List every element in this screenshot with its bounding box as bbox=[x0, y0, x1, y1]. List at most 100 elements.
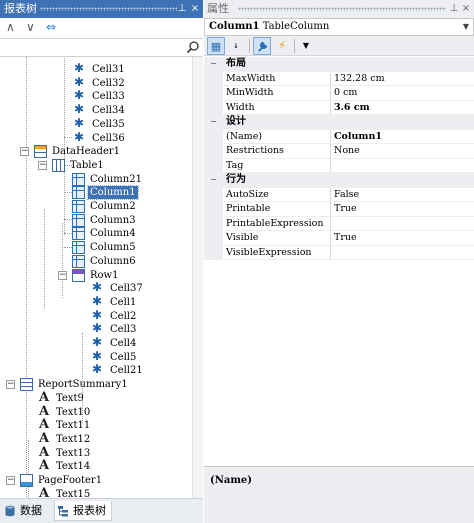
column-icon bbox=[72, 213, 85, 227]
column-icon bbox=[72, 200, 85, 213]
database-icon bbox=[5, 505, 15, 517]
tree-scrollbar[interactable] bbox=[192, 57, 203, 498]
property-row-restrictions[interactable]: Restrictions None bbox=[204, 144, 474, 159]
property-value[interactable] bbox=[332, 159, 474, 173]
categorized-icon[interactable]: ▦ bbox=[207, 37, 225, 55]
expand-toggle-icon[interactable]: − bbox=[20, 147, 29, 157]
pin-icon[interactable]: ⊥ bbox=[176, 0, 188, 18]
filter-icon[interactable]: ▼ bbox=[297, 37, 315, 55]
expand-toggle-icon[interactable]: − bbox=[6, 380, 15, 390]
property-row-visible[interactable]: Visible True bbox=[204, 231, 474, 246]
tab-data[interactable]: 数据 bbox=[2, 501, 50, 521]
search-icon[interactable] bbox=[186, 40, 200, 55]
property-category[interactable]: − 行为 bbox=[204, 173, 474, 188]
tree-node-label: Cell4 bbox=[110, 338, 137, 349]
tab-report-tree-label: 报表树 bbox=[73, 504, 106, 517]
property-row-visibleexpression[interactable]: VisibleExpression bbox=[204, 245, 474, 260]
report-tree: Cell31Cell32Cell33Cell34Cell35Cell36−Dat… bbox=[0, 57, 192, 498]
property-row-name[interactable]: (Name) Column1 bbox=[204, 129, 474, 144]
chevron-down-icon[interactable]: ▼ bbox=[463, 19, 469, 35]
tree-node-column1[interactable]: Column1 bbox=[72, 185, 139, 201]
tree-node-text12[interactable]: Text12 bbox=[38, 432, 92, 446]
property-row-printableexpression[interactable]: PrintableExpression bbox=[204, 216, 474, 231]
description-pane: (Name) bbox=[204, 466, 474, 523]
tree-node-label: Cell33 bbox=[92, 91, 125, 103]
alphabetical-sort-icon[interactable]: ↓ bbox=[227, 37, 245, 55]
expand-toggle-icon[interactable]: − bbox=[38, 160, 47, 170]
tree-node-label: Column2 bbox=[90, 201, 136, 212]
property-category[interactable]: − 设计 bbox=[204, 115, 474, 130]
wrench-icon[interactable] bbox=[253, 37, 271, 55]
tree-node-text9[interactable]: Text9 bbox=[38, 391, 86, 405]
tree-node-cell35[interactable]: Cell35 bbox=[74, 117, 127, 131]
tree-node-column4[interactable]: Column4 bbox=[72, 227, 138, 241]
collapse-all-icon[interactable]: ∧ bbox=[6, 20, 15, 34]
tree-node-reportsummary1[interactable]: ReportSummary1 bbox=[20, 378, 130, 392]
tree-node-table1[interactable]: Table1 bbox=[52, 158, 106, 172]
text-icon bbox=[38, 459, 51, 473]
lightning-icon[interactable]: ⚡ bbox=[273, 37, 291, 55]
category-label: 设计 bbox=[226, 116, 246, 127]
property-value[interactable] bbox=[332, 217, 474, 231]
tree-node-text15[interactable]: Text15 bbox=[38, 487, 92, 498]
property-row-maxwidth[interactable]: MaxWidth 132.28 cm bbox=[204, 71, 474, 86]
tree-toolbar: ∧ ∨ ⇔ bbox=[0, 18, 203, 38]
property-row-width[interactable]: Width 3.6 cm bbox=[204, 100, 474, 115]
tree-node-column5[interactable]: Column5 bbox=[72, 241, 138, 255]
summary-icon bbox=[20, 378, 33, 392]
close-icon[interactable]: × bbox=[460, 0, 472, 18]
expand-toggle-icon[interactable]: − bbox=[6, 476, 15, 485]
tree-search-input[interactable] bbox=[2, 40, 184, 55]
expand-toggle-icon[interactable]: − bbox=[58, 270, 67, 280]
sync-icon[interactable]: ⇔ bbox=[46, 20, 56, 34]
property-value[interactable]: Column1 bbox=[332, 130, 474, 144]
property-row-minwidth[interactable]: MinWidth 0 cm bbox=[204, 86, 474, 101]
tree-node-column2[interactable]: Column2 bbox=[72, 200, 138, 213]
object-name: Column1 bbox=[209, 21, 260, 32]
property-row-autosize[interactable]: AutoSize False bbox=[204, 187, 474, 202]
tree-node-column3[interactable]: Column3 bbox=[72, 213, 138, 227]
column-icon bbox=[72, 186, 85, 200]
close-icon[interactable]: × bbox=[189, 0, 201, 18]
collapse-toggle-icon[interactable]: − bbox=[210, 57, 217, 71]
report-tree-panel: 报表树 ⊥ × ∧ ∨ ⇔ Cell31Cell32Cell33Cell34Ce… bbox=[0, 0, 203, 523]
pin-icon[interactable]: ⊥ bbox=[448, 0, 460, 18]
row-gutter bbox=[204, 231, 223, 246]
text-icon bbox=[38, 391, 51, 405]
object-selector[interactable]: Column1 TableColumn ▼ bbox=[204, 18, 474, 36]
properties-title-bar: 属性 ⊥ × bbox=[204, 0, 474, 18]
property-name: MinWidth bbox=[224, 86, 331, 101]
tree-node-label: Text9 bbox=[56, 392, 84, 404]
tree-node-text14[interactable]: Text14 bbox=[38, 459, 92, 473]
property-value[interactable] bbox=[332, 246, 474, 260]
column-icon bbox=[72, 227, 85, 241]
property-row-tag[interactable]: Tag bbox=[204, 158, 474, 173]
property-value[interactable]: True bbox=[332, 231, 474, 246]
property-value[interactable]: 3.6 cm bbox=[332, 101, 474, 115]
tree-node-cell36[interactable]: Cell36 bbox=[74, 131, 127, 145]
tree-connector-line bbox=[28, 440, 29, 498]
cell-icon bbox=[74, 131, 87, 145]
property-row-printable[interactable]: Printable True bbox=[204, 202, 474, 217]
property-category[interactable]: − 布局 bbox=[204, 57, 474, 72]
tree-node-label: Cell32 bbox=[92, 77, 125, 89]
tree-node-pagefooter1[interactable]: PageFooter1 bbox=[20, 474, 104, 487]
property-value[interactable]: True bbox=[332, 202, 474, 217]
property-value[interactable]: None bbox=[332, 144, 474, 159]
property-value[interactable]: False bbox=[332, 188, 474, 202]
expand-all-icon[interactable]: ∨ bbox=[26, 20, 35, 34]
property-value[interactable]: 132.28 cm bbox=[332, 72, 474, 86]
tree-node-label: Cell37 bbox=[110, 283, 143, 295]
row-gutter bbox=[204, 100, 223, 115]
property-grid-empty-area bbox=[204, 260, 474, 465]
tree-node-label: Cell35 bbox=[92, 118, 125, 130]
tab-report-tree[interactable]: 报表树 bbox=[54, 501, 112, 521]
tree-node-column21[interactable]: Column21 bbox=[72, 172, 144, 186]
tree-node-cell21[interactable]: Cell21 bbox=[92, 363, 145, 377]
tree-node-column6[interactable]: Column6 bbox=[72, 254, 138, 268]
tree-node-cell1[interactable]: Cell1 bbox=[92, 295, 138, 309]
collapse-toggle-icon[interactable]: − bbox=[210, 173, 217, 187]
tree-node-dataheader1[interactable]: DataHeader1 bbox=[34, 145, 122, 159]
collapse-toggle-icon[interactable]: − bbox=[210, 115, 217, 129]
property-value[interactable]: 0 cm bbox=[332, 86, 474, 101]
